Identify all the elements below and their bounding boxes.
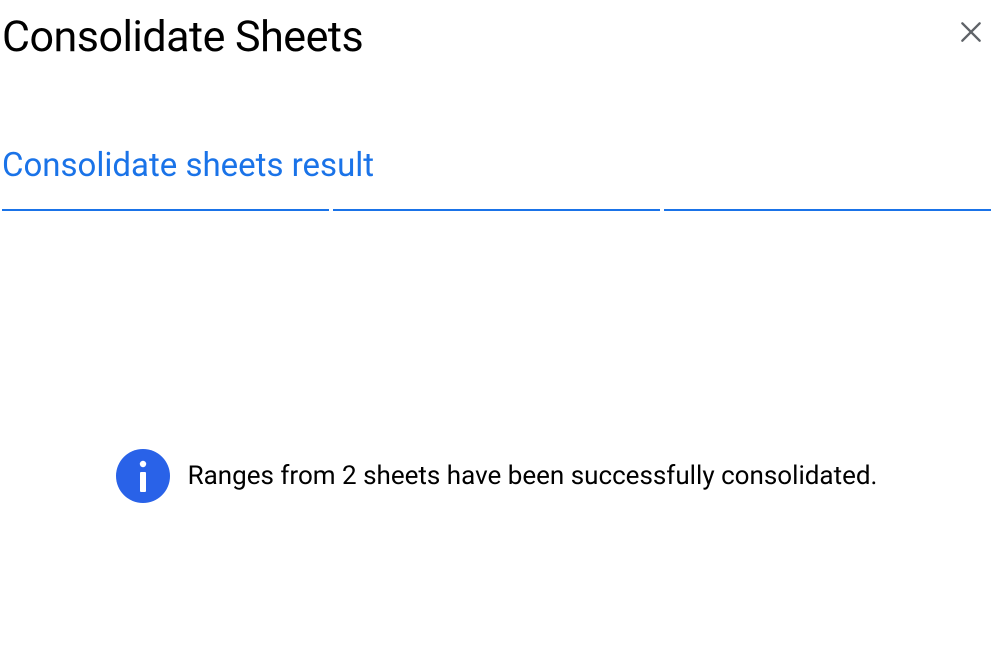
close-icon[interactable]	[957, 18, 985, 46]
dialog-header: Consolidate Sheets	[0, 0, 993, 62]
tabs-row	[2, 209, 991, 211]
result-section: Consolidate sheets result	[0, 146, 993, 211]
tab-underline-2[interactable]	[333, 209, 660, 211]
info-icon	[116, 449, 170, 503]
dialog-title: Consolidate Sheets	[2, 12, 363, 62]
tab-underline-3[interactable]	[664, 209, 991, 211]
message-area: Ranges from 2 sheets have been successfu…	[0, 449, 993, 503]
result-heading: Consolidate sheets result	[2, 146, 991, 185]
tab-underline-1[interactable]	[2, 209, 329, 211]
status-message: Ranges from 2 sheets have been successfu…	[188, 461, 878, 491]
